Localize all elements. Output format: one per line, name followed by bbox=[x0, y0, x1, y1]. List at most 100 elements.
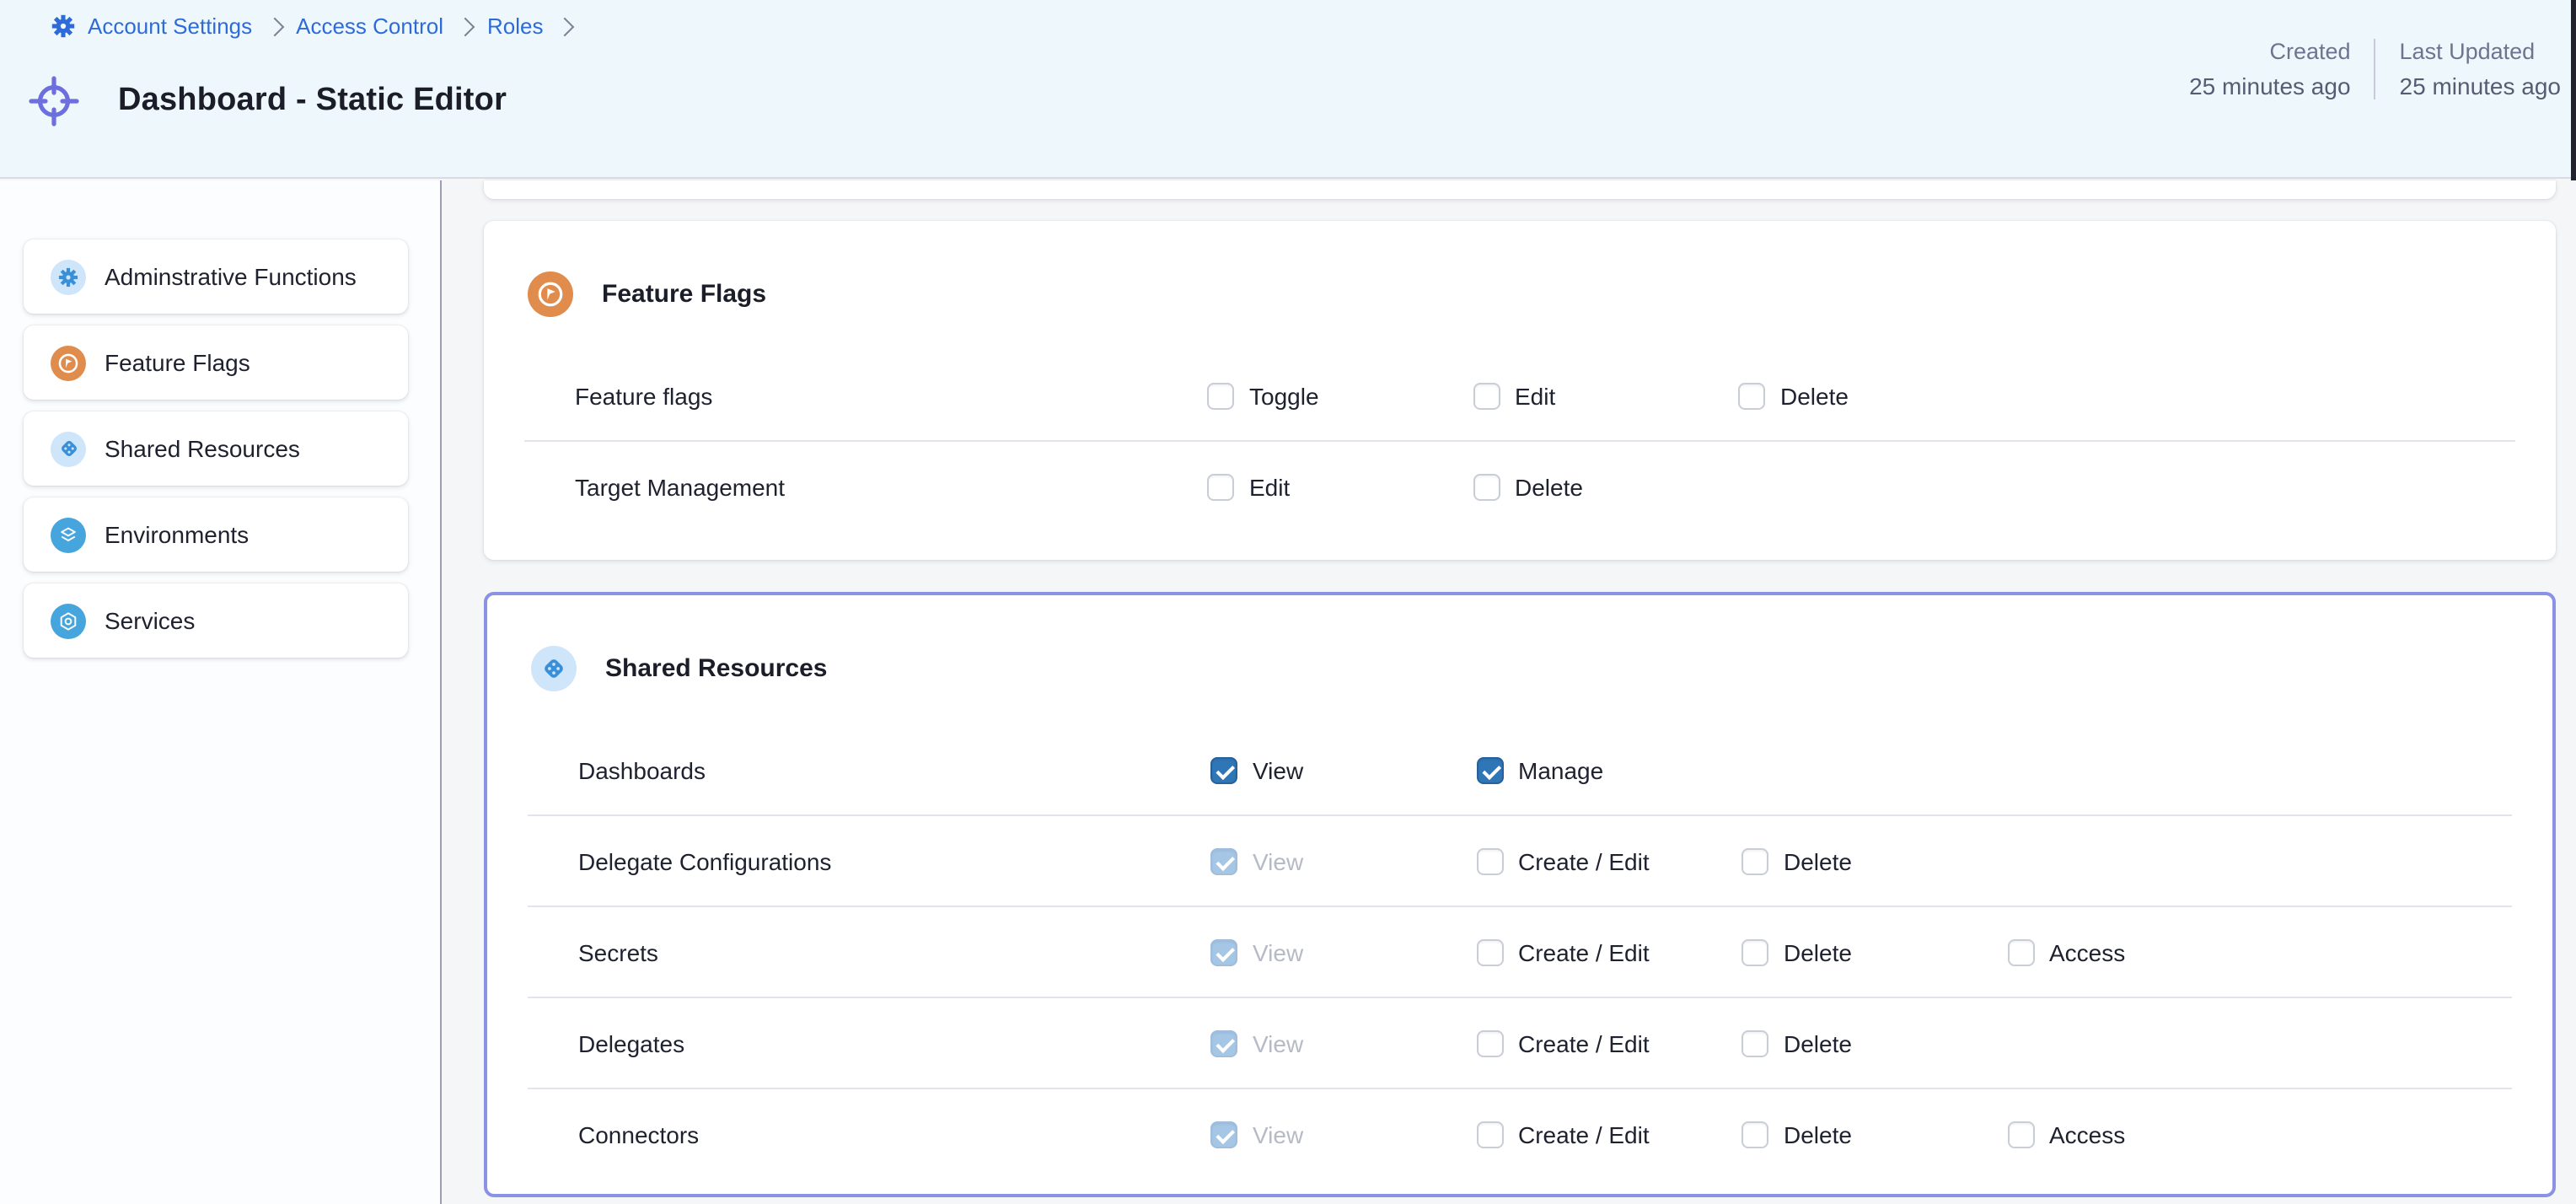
created-block: Created 25 minutes ago bbox=[2189, 39, 2350, 99]
checkbox-create-edit[interactable]: Create / Edit bbox=[1476, 1029, 1741, 1056]
resource-label: Dashboards bbox=[578, 756, 1210, 783]
chevron-right-icon bbox=[555, 17, 575, 36]
resource-label: Target Management bbox=[575, 473, 1207, 500]
page: Account Settings Access Control Roles Da… bbox=[0, 0, 2576, 1204]
checkbox-label: View bbox=[1253, 1121, 1303, 1148]
checkbox-label: Delete bbox=[1784, 847, 1852, 874]
checkbox-label: Edit bbox=[1249, 473, 1290, 500]
chevron-right-icon bbox=[265, 17, 284, 36]
checkbox-view[interactable]: View bbox=[1210, 1029, 1476, 1056]
section-title: Feature Flags bbox=[602, 280, 766, 309]
checkbox-label: Edit bbox=[1515, 382, 1555, 409]
section-header: Shared Resources bbox=[487, 646, 2552, 691]
checkbox-icon bbox=[1207, 473, 1234, 500]
checkbox-label: Toggle bbox=[1249, 382, 1319, 409]
checkbox-icon bbox=[1210, 756, 1237, 783]
window-edge bbox=[2571, 0, 2576, 180]
checkbox-icon bbox=[1476, 938, 1503, 965]
checkbox-label: Create / Edit bbox=[1518, 938, 1650, 965]
checkbox-delete[interactable]: Delete bbox=[1473, 473, 1738, 500]
resource-label: Delegate Configurations bbox=[578, 847, 1210, 874]
checkbox-delete[interactable]: Delete bbox=[1741, 1121, 2007, 1148]
page-header: Account Settings Access Control Roles Da… bbox=[0, 0, 2576, 179]
breadcrumb-access-control[interactable]: Access Control bbox=[296, 13, 443, 39]
sidebar-item-label: Shared Resources bbox=[105, 435, 300, 462]
checkbox-icon bbox=[2007, 1121, 2034, 1148]
checkbox-edit[interactable]: Edit bbox=[1207, 473, 1473, 500]
sections-sidebar: Adminstrative Functions Feature Flags bbox=[0, 180, 442, 1204]
permission-row-delegates: Delegates View Create / Edit Delete bbox=[487, 998, 2552, 1088]
checkbox-icon bbox=[1738, 382, 1765, 409]
sidebar-item-label: Adminstrative Functions bbox=[105, 263, 357, 290]
previous-section-card-cutoff bbox=[484, 180, 2556, 199]
checkbox-icon bbox=[1741, 938, 1768, 965]
checkbox-toggle[interactable]: Toggle bbox=[1207, 382, 1473, 409]
checkbox-label: Access bbox=[2049, 938, 2125, 965]
flag-icon bbox=[51, 345, 86, 380]
section-header: Feature Flags bbox=[484, 271, 2556, 317]
permission-row-connectors: Connectors View Create / Edit Delete bbox=[487, 1089, 2552, 1179]
checkbox-label: Delete bbox=[1784, 938, 1852, 965]
permission-row-delegate-configurations: Delegate Configurations View Create / Ed… bbox=[487, 816, 2552, 906]
checkbox-view[interactable]: View bbox=[1210, 938, 1476, 965]
checkbox-manage[interactable]: Manage bbox=[1476, 756, 1741, 783]
permission-row-target-management: Target Management Edit Delete bbox=[484, 442, 2556, 531]
resource-label: Feature flags bbox=[575, 382, 1207, 409]
checkbox-create-edit[interactable]: Create / Edit bbox=[1476, 847, 1741, 874]
last-updated-block: Last Updated 25 minutes ago bbox=[2400, 39, 2561, 99]
last-updated-label: Last Updated bbox=[2400, 39, 2561, 64]
created-label: Created bbox=[2189, 39, 2350, 64]
breadcrumb-roles[interactable]: Roles bbox=[487, 13, 544, 39]
section-shared-resources: Shared Resources Dashboards View Manage bbox=[484, 592, 2556, 1197]
checkbox-icon bbox=[1473, 473, 1500, 500]
page-title: Dashboard - Static Editor bbox=[118, 83, 507, 120]
sidebar-item-administrative-functions[interactable]: Adminstrative Functions bbox=[24, 239, 408, 314]
checkbox-create-edit[interactable]: Create / Edit bbox=[1476, 938, 1741, 965]
role-crosshair-icon bbox=[25, 73, 83, 130]
sidebar-item-environments[interactable]: Environments bbox=[24, 497, 408, 572]
checkbox-delete[interactable]: Delete bbox=[1738, 382, 2004, 409]
resource-label: Secrets bbox=[578, 938, 1210, 965]
checkbox-label: View bbox=[1253, 756, 1303, 783]
checkbox-delete[interactable]: Delete bbox=[1741, 938, 2007, 965]
section-feature-flags: Feature Flags Feature flags Toggle Edit bbox=[484, 221, 2556, 560]
checkbox-delete[interactable]: Delete bbox=[1741, 847, 2007, 874]
sidebar-item-feature-flags[interactable]: Feature Flags bbox=[24, 325, 408, 400]
checkbox-view[interactable]: View bbox=[1210, 756, 1476, 783]
chevron-right-icon bbox=[456, 17, 475, 36]
permission-rows: Dashboards View Manage Delegate Configur… bbox=[487, 725, 2552, 1179]
header-meta: Created 25 minutes ago Last Updated 25 m… bbox=[2189, 39, 2561, 99]
permissions-panel: Feature Flags Feature flags Toggle Edit bbox=[443, 180, 2576, 1204]
resource-label: Connectors bbox=[578, 1121, 1210, 1148]
shared-resources-icon bbox=[531, 646, 577, 691]
checkbox-view[interactable]: View bbox=[1210, 847, 1476, 874]
checkbox-edit[interactable]: Edit bbox=[1473, 382, 1738, 409]
checkbox-label: View bbox=[1253, 1029, 1303, 1056]
checkbox-icon bbox=[1210, 847, 1237, 874]
flag-icon bbox=[528, 271, 573, 317]
checkbox-icon bbox=[1207, 382, 1234, 409]
sidebar-item-label: Feature Flags bbox=[105, 349, 250, 376]
checkbox-delete[interactable]: Delete bbox=[1741, 1029, 2007, 1056]
checkbox-access[interactable]: Access bbox=[2007, 1121, 2273, 1148]
checkbox-icon bbox=[2007, 938, 2034, 965]
checkbox-create-edit[interactable]: Create / Edit bbox=[1476, 1121, 1741, 1148]
environments-icon bbox=[51, 517, 86, 552]
sidebar-item-shared-resources[interactable]: Shared Resources bbox=[24, 411, 408, 486]
checkbox-label: Manage bbox=[1518, 756, 1603, 783]
settings-gear-icon bbox=[51, 13, 76, 39]
breadcrumb-account-settings[interactable]: Account Settings bbox=[88, 13, 252, 39]
checkbox-icon bbox=[1741, 847, 1768, 874]
sidebar-item-label: Services bbox=[105, 607, 195, 634]
checkbox-label: Create / Edit bbox=[1518, 847, 1650, 874]
sidebar-item-services[interactable]: Services bbox=[24, 583, 408, 658]
permission-row-dashboards: Dashboards View Manage bbox=[487, 725, 2552, 814]
section-title: Shared Resources bbox=[605, 654, 827, 683]
resource-label: Delegates bbox=[578, 1029, 1210, 1056]
checkbox-icon bbox=[1476, 756, 1503, 783]
breadcrumb: Account Settings Access Control Roles bbox=[51, 13, 575, 39]
sidebar-item-label: Environments bbox=[105, 521, 249, 548]
checkbox-access[interactable]: Access bbox=[2007, 938, 2273, 965]
shared-resources-icon bbox=[51, 431, 86, 466]
checkbox-view[interactable]: View bbox=[1210, 1121, 1476, 1148]
